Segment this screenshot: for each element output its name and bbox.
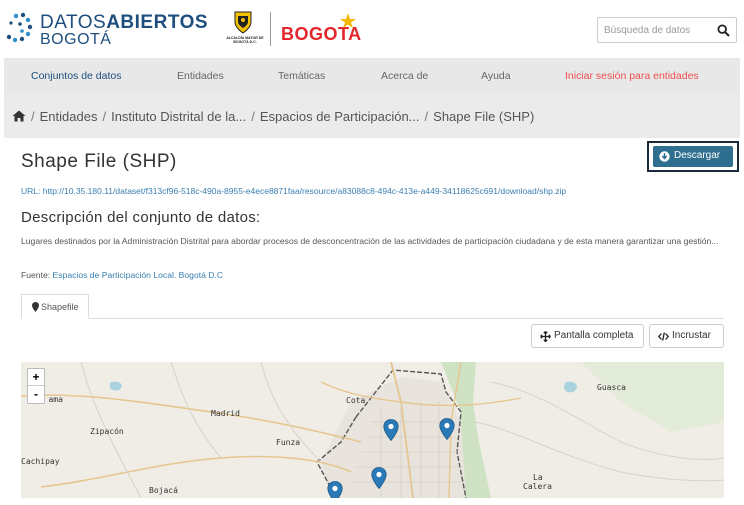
- home-icon[interactable]: [12, 110, 26, 122]
- breadcrumb-entidades[interactable]: Entidades: [40, 109, 98, 124]
- nav-item-acerca[interactable]: Acerca de: [381, 70, 428, 82]
- map-label-calera: Calera: [523, 482, 552, 491]
- url-label: URL:: [21, 186, 41, 196]
- download-circle-icon: [659, 151, 670, 162]
- embed-label: Incrustar: [672, 330, 711, 341]
- nav-item-ayuda[interactable]: Ayuda: [481, 70, 511, 82]
- description-text: Lugares destinados por la Administración…: [21, 236, 719, 246]
- fullscreen-label: Pantalla completa: [554, 330, 634, 341]
- tab-label: Shapefile: [41, 302, 79, 312]
- alcaldia-logo[interactable]: ALCALDÍA MAYOR DE BOGOTÁ D.C.: [225, 10, 264, 50]
- breadcrumb-espacios[interactable]: Espacios de Participación...: [260, 109, 420, 124]
- map-label-madrid: Madrid: [211, 409, 240, 418]
- download-button[interactable]: Descargar: [653, 146, 733, 167]
- source-link[interactable]: Espacios de Participación Local. Bogotá …: [53, 270, 224, 280]
- page-title: Shape File (SHP): [21, 151, 177, 172]
- map-label-la: La: [533, 473, 543, 482]
- download-focus-ring: Descargar: [647, 141, 739, 172]
- breadcrumb-current: Shape File (SHP): [433, 109, 535, 124]
- map-pin-icon: [32, 302, 39, 312]
- source-line: Fuente: Espacios de Participación Local.…: [21, 270, 223, 280]
- map-marker-icon[interactable]: [327, 481, 343, 498]
- map-marker-icon[interactable]: [439, 418, 455, 440]
- arrows-expand-icon: [540, 331, 551, 342]
- nav-item-login[interactable]: Iniciar sesión para entidades: [565, 70, 699, 82]
- map-label-bojaca: Bojacá: [149, 486, 178, 495]
- map-marker-icon[interactable]: [383, 419, 399, 441]
- nav-item-tematicas[interactable]: Temáticas: [278, 70, 325, 82]
- search-icon[interactable]: [717, 24, 730, 37]
- zoom-out-button[interactable]: -: [28, 386, 44, 403]
- download-label: Descargar: [674, 150, 721, 161]
- search-input[interactable]: [604, 21, 714, 39]
- source-label: Fuente:: [21, 270, 51, 280]
- embed-button[interactable]: Incrustar: [649, 324, 724, 348]
- map-label-guasca: Guasca: [597, 383, 626, 392]
- zoom-control: + -: [27, 368, 45, 404]
- fullscreen-button[interactable]: Pantalla completa: [531, 324, 644, 348]
- nav-item-entidades[interactable]: Entidades: [177, 70, 224, 82]
- search-box: [597, 17, 737, 43]
- alcaldia-text: ALCALDÍA MAYOR DE BOGOTÁ D.C.: [226, 36, 264, 44]
- bogota-logo[interactable]: BOGOTA: [281, 12, 361, 48]
- map-marker-icon[interactable]: [371, 467, 387, 489]
- description-title: Descripción del conjunto de datos:: [21, 209, 261, 226]
- url-link[interactable]: http://10.35.180.11/dataset/f313cf96-518…: [43, 186, 566, 196]
- map-label-cachipay: Cachipay: [21, 457, 60, 466]
- breadcrumb-instituto[interactable]: Instituto Distrital de la...: [111, 109, 246, 124]
- breadcrumb-bar: / Entidades / Instituto Distrital de la... /…: [4, 94, 740, 138]
- site-header: DATOSABIERTOS BOGOTÁ ALCALDÍA MAYOR DE B…: [0, 0, 744, 58]
- breadcrumb: / Entidades / Instituto Distrital de la... /…: [12, 109, 534, 124]
- tabs-divider: [21, 318, 724, 319]
- map-view[interactable]: Al ama Madrid Zipacón Funza Cachipay Boj…: [21, 362, 724, 498]
- coat-of-arms-icon: [234, 11, 252, 34]
- logo-subtitle: BOGOTÁ: [40, 31, 112, 48]
- star-icon: [340, 13, 356, 28]
- resource-url: URL: http://10.35.180.11/dataset/f313cf9…: [21, 186, 566, 196]
- logo-divider: [270, 12, 271, 46]
- zoom-in-button[interactable]: +: [28, 369, 44, 386]
- map-label-funza: Funza: [276, 438, 301, 447]
- map-label-zipacon: Zipacón: [90, 427, 124, 436]
- datos-abiertos-logo[interactable]: DATOSABIERTOS BOGOTÁ: [6, 10, 208, 50]
- map-label-cota: Cota: [346, 396, 366, 405]
- tab-shapefile[interactable]: Shapefile: [21, 294, 89, 319]
- main-nav: Conjuntos de datos Entidades Temáticas A…: [4, 58, 740, 94]
- datos-abiertos-mark-icon: [6, 12, 33, 43]
- nav-item-conjuntos[interactable]: Conjuntos de datos: [31, 70, 121, 82]
- code-icon: [658, 332, 669, 341]
